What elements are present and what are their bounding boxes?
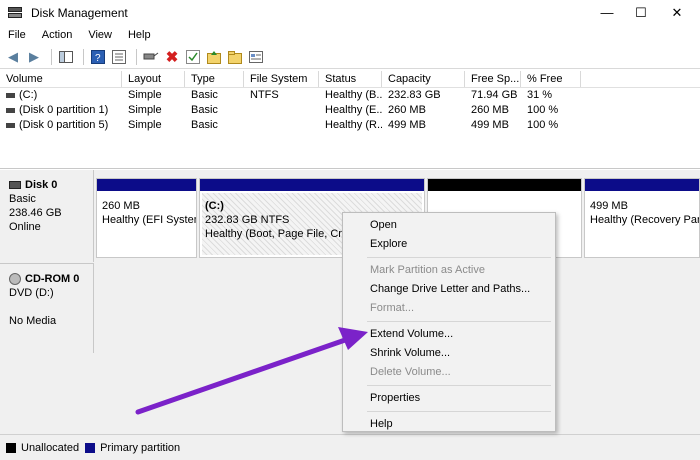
col-percent-free[interactable]: % Free bbox=[521, 71, 581, 87]
table-row[interactable]: (Disk 0 partition 1) Simple Basic Health… bbox=[0, 103, 700, 118]
menu-item-explore[interactable]: Explore bbox=[343, 235, 555, 254]
legend-primary: Primary partition bbox=[100, 441, 181, 454]
delete-icon[interactable]: ✖ bbox=[163, 48, 181, 66]
menu-item-open[interactable]: Open bbox=[343, 216, 555, 235]
hard-disk-icon bbox=[9, 181, 21, 190]
col-volume[interactable]: Volume bbox=[0, 71, 122, 87]
table-row[interactable]: (Disk 0 partition 5) Simple Basic Health… bbox=[0, 118, 700, 133]
cdrom-0-label[interactable]: CD-ROM 0 DVD (D:) No Media bbox=[0, 263, 94, 353]
menu-item-properties[interactable]: Properties bbox=[343, 389, 555, 408]
disk-management-icon bbox=[7, 6, 23, 20]
menu-item-extend-volume[interactable]: Extend Volume... bbox=[343, 325, 555, 344]
col-type[interactable]: Type bbox=[185, 71, 244, 87]
help-icon[interactable]: ? bbox=[89, 48, 107, 66]
unallocated-swatch bbox=[6, 442, 16, 453]
forward-icon[interactable]: ▶ bbox=[25, 48, 43, 66]
toolbar: ◀ ▶ ? ✖ bbox=[0, 45, 700, 69]
legend: Unallocated Primary partition bbox=[0, 434, 700, 460]
col-free-space[interactable]: Free Sp... bbox=[465, 71, 521, 87]
col-status[interactable]: Status bbox=[319, 71, 382, 87]
folder-up-icon[interactable] bbox=[205, 48, 223, 66]
legend-unallocated: Unallocated bbox=[21, 441, 80, 454]
menu-item-mark-active: Mark Partition as Active bbox=[370, 264, 485, 276]
menu-help[interactable]: Help bbox=[120, 29, 159, 41]
col-layout[interactable]: Layout bbox=[122, 71, 185, 87]
table-row[interactable]: (C:) Simple Basic NTFS Healthy (B... 232… bbox=[0, 88, 700, 103]
menu-separator bbox=[367, 385, 551, 386]
menu-item-change-drive-letter[interactable]: Change Drive Letter and Paths... bbox=[343, 280, 555, 299]
menu-separator bbox=[367, 321, 551, 322]
connect-icon[interactable] bbox=[142, 48, 160, 66]
menu-separator bbox=[367, 257, 551, 258]
volume-icon bbox=[6, 122, 15, 128]
folder-icon[interactable] bbox=[226, 48, 244, 66]
back-icon[interactable]: ◀ bbox=[4, 48, 22, 66]
volume-icon bbox=[6, 107, 15, 113]
check-icon[interactable] bbox=[184, 48, 202, 66]
window-title: Disk Management bbox=[31, 5, 128, 20]
console-tree-icon[interactable] bbox=[57, 48, 75, 66]
volume-list-header: Volume Layout Type File System Status Ca… bbox=[0, 71, 700, 88]
menu-item-format: Format... bbox=[370, 302, 415, 314]
menu-separator bbox=[367, 411, 551, 412]
menu-action[interactable]: Action bbox=[34, 29, 81, 41]
menu-item-shrink-volume[interactable]: Shrink Volume... bbox=[343, 344, 555, 363]
col-capacity[interactable]: Capacity bbox=[382, 71, 465, 87]
menu-view[interactable]: View bbox=[80, 29, 120, 41]
context-menu: Open Explore Mark Partition as Active Ch… bbox=[342, 212, 556, 432]
cd-rom-icon bbox=[9, 273, 21, 286]
volume-list: Volume Layout Type File System Status Ca… bbox=[0, 71, 700, 169]
close-button[interactable]: ✕ bbox=[654, 0, 700, 25]
menu-item-delete-volume: Delete Volume... bbox=[370, 366, 451, 378]
disk-0-label[interactable]: Disk 0 Basic 238.46 GB Online bbox=[0, 170, 94, 262]
partition-efi[interactable]: 260 MB Healthy (EFI System bbox=[96, 178, 197, 258]
view-icon[interactable] bbox=[247, 48, 265, 66]
col-file-system[interactable]: File System bbox=[244, 71, 319, 87]
partition-recovery[interactable]: 499 MB Healthy (Recovery Part bbox=[584, 178, 700, 258]
title-bar: Disk Management — ☐ ✕ bbox=[0, 0, 700, 25]
svg-text:?: ? bbox=[95, 53, 101, 64]
menu-item-help[interactable]: Help bbox=[343, 415, 555, 434]
volume-icon bbox=[6, 92, 15, 98]
menu-bar: File Action View Help bbox=[0, 25, 700, 45]
properties-icon[interactable] bbox=[110, 48, 128, 66]
primary-swatch bbox=[85, 442, 96, 453]
menu-file[interactable]: File bbox=[0, 29, 34, 41]
